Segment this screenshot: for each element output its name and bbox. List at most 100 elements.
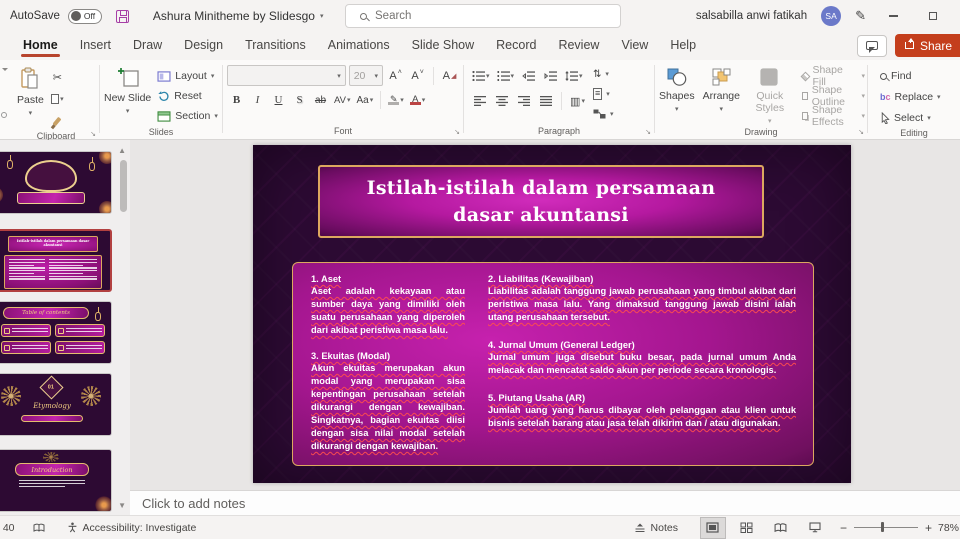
drawing-dialog-launcher[interactable]: ↘	[858, 128, 864, 136]
format-painter-button[interactable]	[48, 111, 67, 131]
quick-styles-button[interactable]: Quick Styles ▾	[744, 63, 796, 125]
align-text-button[interactable]: ≡ ▾	[591, 85, 616, 103]
shape-outline-button[interactable]: Shape Outline ▾	[800, 84, 867, 108]
character-spacing-button[interactable]: AV ▾	[332, 90, 352, 110]
slide-body-box[interactable]: 1. Aset Aset adalah kekayaan atau sumber…	[292, 262, 814, 466]
font-name-combo[interactable]: ▾	[227, 65, 346, 86]
zoom-in-button[interactable]: +	[925, 521, 932, 535]
section-button[interactable]: Section ▾	[155, 107, 220, 125]
clear-formatting-button[interactable]: A ◢	[440, 66, 459, 86]
zoom-out-button[interactable]: −	[840, 521, 847, 535]
columns-button[interactable]: ▥ ▾	[568, 91, 587, 111]
thumbnail-slide-3[interactable]: Table of contents	[0, 301, 112, 364]
tab-record[interactable]: Record	[485, 33, 547, 59]
new-slide-button[interactable]: New Slide ▾	[100, 63, 155, 115]
tab-design[interactable]: Design	[173, 33, 234, 59]
item-body: Liabilitas adalah tanggung jawab perusah…	[488, 286, 796, 323]
font-color-button[interactable]: A ▾	[408, 90, 428, 110]
cut-button[interactable]: ✂	[48, 67, 67, 87]
minimize-button[interactable]	[880, 3, 906, 29]
align-center-button[interactable]	[492, 91, 511, 111]
document-title[interactable]: Ashura Minitheme by Slidesgo ▾	[153, 9, 324, 23]
grow-font-button[interactable]: A ˄	[386, 66, 405, 86]
thumbnail-slide-5[interactable]: Introduction	[0, 449, 112, 512]
save-icon[interactable]	[115, 9, 129, 23]
underline-button[interactable]: U	[269, 90, 288, 110]
spell-check-button[interactable]	[29, 523, 49, 533]
share-button[interactable]: Share	[894, 34, 960, 57]
shape-effects-button[interactable]: Shape Effects ▾	[800, 104, 867, 128]
align-text-chevron-icon: ▾	[606, 91, 610, 98]
thumbnail-scroll-down[interactable]: ▼	[118, 501, 126, 510]
thumbnail-scroll-up[interactable]: ▲	[118, 146, 126, 155]
tab-help[interactable]: Help	[659, 33, 707, 59]
font-size-combo[interactable]: 20 ▾	[348, 65, 384, 86]
thumbnail-scrollbar[interactable]	[120, 160, 127, 212]
find-button[interactable]: Find	[878, 67, 943, 85]
user-name[interactable]: salsabilla anwi fatikah	[696, 10, 807, 22]
shapes-button[interactable]: Shapes ▾	[655, 63, 699, 113]
paragraph-dialog-launcher[interactable]: ↘	[645, 128, 651, 136]
highlight-button[interactable]: ✎ ▾	[386, 90, 406, 110]
tab-insert[interactable]: Insert	[69, 33, 122, 59]
replace-button[interactable]: bc Replace ▾	[878, 88, 943, 106]
align-right-button[interactable]	[514, 91, 533, 111]
paste-button[interactable]: Paste ▾	[13, 63, 48, 117]
thumbnail-slide-4[interactable]: 01 Etymology	[0, 373, 112, 436]
text-shadow-button[interactable]: S	[290, 90, 309, 110]
tab-review[interactable]: Review	[547, 33, 610, 59]
numbering-button[interactable]: ▾	[495, 66, 517, 86]
reading-view-button[interactable]	[768, 517, 794, 539]
comments-button[interactable]	[856, 34, 887, 57]
smartart-button[interactable]: ▾	[591, 105, 616, 123]
text-direction-button[interactable]: ⇅ ▾	[591, 65, 616, 83]
layout-button[interactable]: Layout ▾	[155, 67, 220, 85]
justify-button[interactable]	[536, 91, 555, 111]
notes-area[interactable]: Click to add notes	[130, 490, 960, 515]
zoom-slider-handle[interactable]	[880, 522, 885, 533]
shrink-font-button[interactable]: A ˅	[408, 66, 427, 86]
slide-canvas[interactable]: Istilah-istilah dalam persamaan dasar ak…	[253, 145, 851, 483]
bold-button[interactable]: B	[227, 90, 246, 110]
select-button[interactable]: Select ▾	[878, 109, 943, 127]
notes-toggle-button[interactable]: Notes	[630, 522, 682, 534]
italic-button[interactable]: I	[248, 90, 267, 110]
strikethrough-button[interactable]: ab	[311, 90, 330, 110]
bullets-button[interactable]: ▾	[470, 66, 492, 86]
shape-fill-button[interactable]: Shape Fill ▾	[800, 64, 867, 88]
copy-button[interactable]: ▾	[48, 89, 67, 109]
slide-title-box[interactable]: Istilah-istilah dalam persamaan dasar ak…	[318, 165, 764, 238]
font-dialog-launcher[interactable]: ↘	[454, 128, 460, 136]
change-case-button[interactable]: Aa ▾	[354, 90, 375, 110]
increase-indent-button[interactable]	[541, 66, 560, 86]
decrease-indent-icon	[522, 71, 536, 81]
reset-button[interactable]: Reset	[155, 87, 220, 105]
normal-view-button[interactable]	[699, 516, 726, 539]
restore-button[interactable]	[920, 3, 946, 29]
decrease-indent-button[interactable]	[519, 66, 538, 86]
avatar[interactable]: SA	[821, 6, 842, 26]
clipboard-dialog-launcher[interactable]: ↘	[90, 130, 96, 138]
tab-transitions[interactable]: Transitions	[234, 33, 317, 59]
accessibility-checker-button[interactable]: Accessibility: Investigate	[63, 522, 201, 534]
thumbnail-slide-2-selected[interactable]: Istilah-istilah dalam persamaan dasar ak…	[0, 229, 112, 292]
layout-icon	[157, 70, 171, 82]
zoom-slider[interactable]	[853, 522, 918, 533]
thumbnail-slide-1[interactable]	[0, 151, 112, 214]
group-slides: New Slide ▾ Layout ▾ Reset Section ▾ Slide…	[100, 60, 222, 139]
line-spacing-button[interactable]: ▾	[563, 66, 585, 86]
zoom-level[interactable]: 78%	[938, 522, 960, 534]
slideshow-view-button[interactable]	[802, 517, 828, 539]
tab-view[interactable]: View	[610, 33, 659, 59]
tab-slide-show[interactable]: Slide Show	[401, 33, 486, 59]
ink-pen-icon[interactable]: ✎	[855, 8, 866, 24]
arrange-button[interactable]: Arrange ▾	[699, 63, 744, 113]
tab-home[interactable]: Home	[12, 33, 69, 59]
align-left-button[interactable]	[470, 91, 489, 111]
clipboard-minis: ✂ ▾	[48, 63, 67, 131]
slide-sorter-view-button[interactable]	[734, 517, 760, 539]
tab-animations[interactable]: Animations	[317, 33, 401, 59]
search-box[interactable]: Search	[345, 4, 621, 28]
tab-draw[interactable]: Draw	[122, 33, 173, 59]
autosave-toggle[interactable]: Off	[67, 8, 102, 24]
